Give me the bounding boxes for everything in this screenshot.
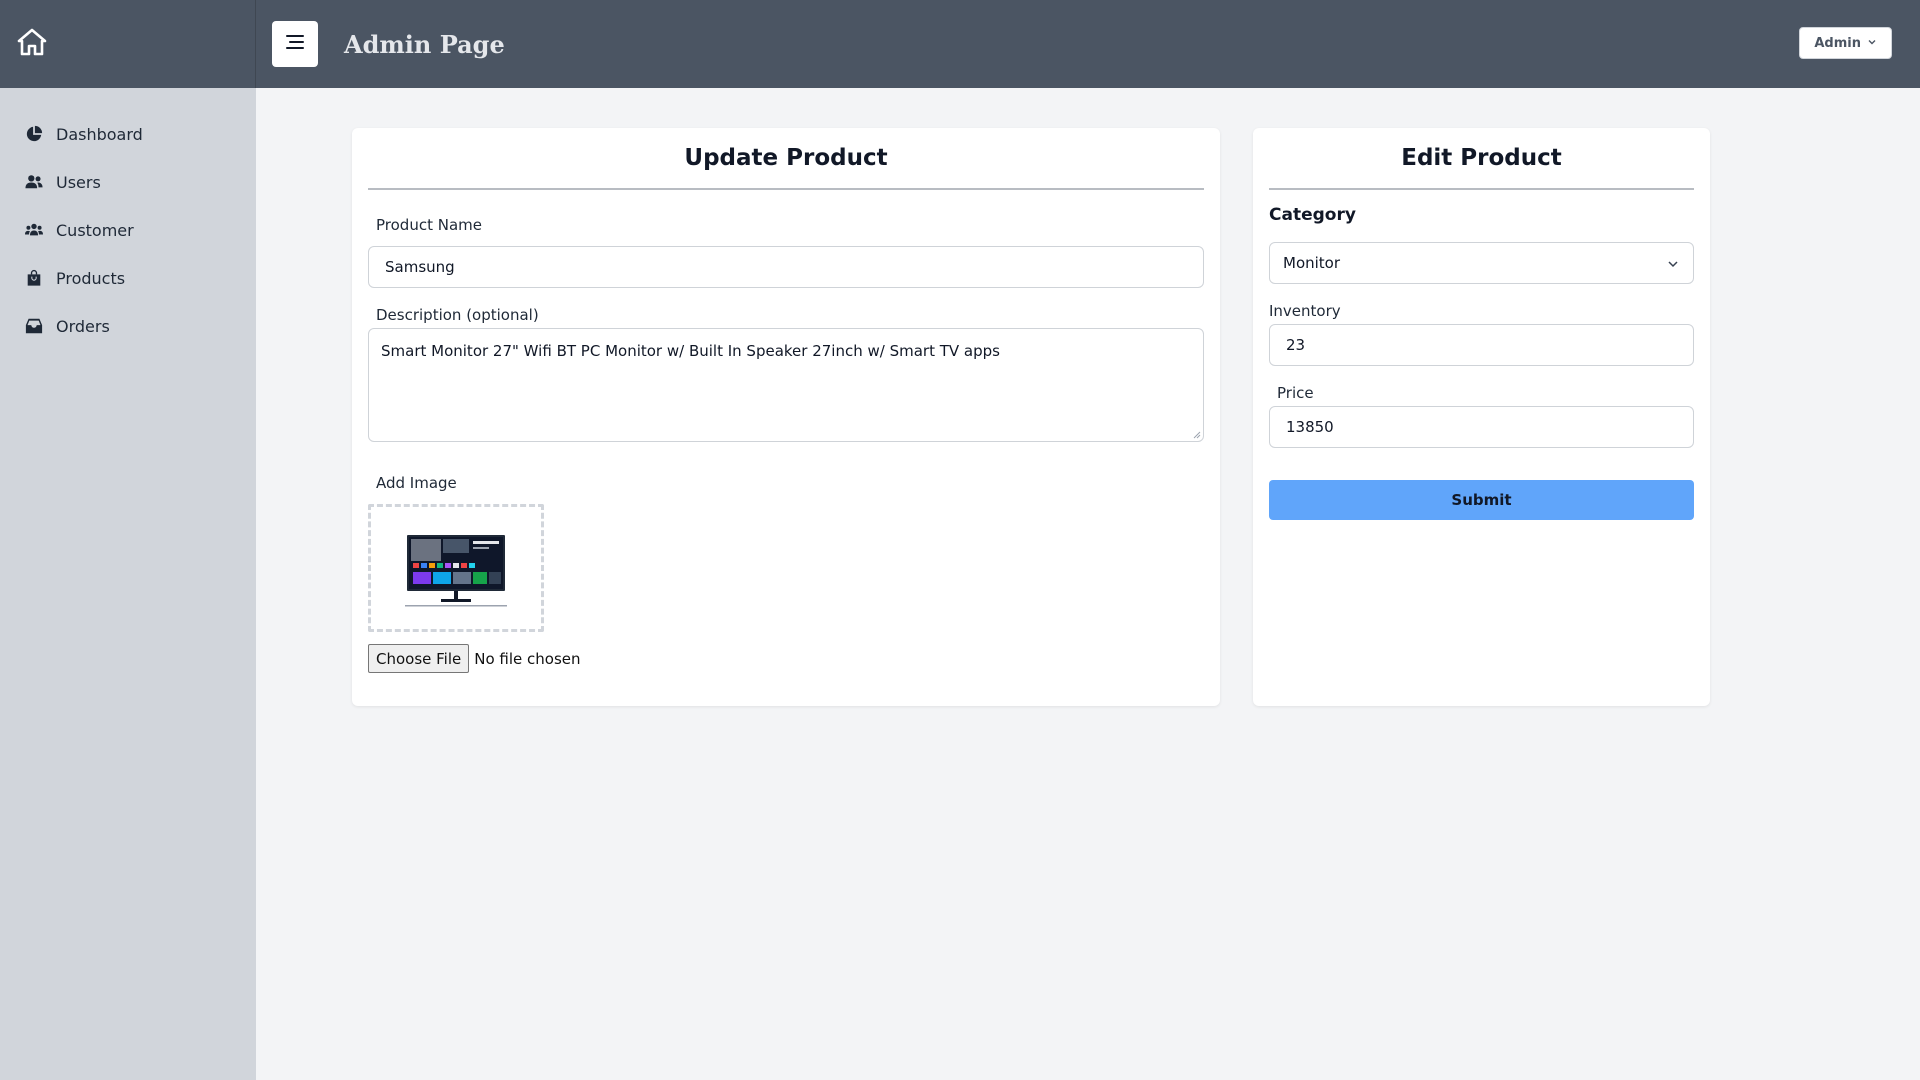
sidebar-item-users[interactable]: Users (0, 158, 256, 206)
admin-menu-label: Admin (1814, 35, 1861, 51)
sidebar-item-label: Orders (56, 316, 110, 336)
sidebar-header (0, 0, 256, 88)
sidebar-nav: Dashboard Users Customer Products Orders (0, 88, 256, 350)
sidebar-item-products[interactable]: Products (0, 254, 256, 302)
inventory-input[interactable]: 23 (1269, 324, 1694, 366)
file-status-text: No file chosen (474, 649, 581, 668)
home-icon[interactable] (16, 26, 48, 62)
edit-product-title: Edit Product (1269, 128, 1694, 190)
sidebar-item-customer[interactable]: Customer (0, 206, 256, 254)
price-input[interactable]: 13850 (1269, 406, 1694, 448)
sidebar-item-label: Dashboard (56, 124, 143, 144)
inbox-icon (24, 316, 44, 336)
category-select[interactable]: Monitor (1269, 242, 1694, 284)
inventory-label: Inventory (1269, 302, 1341, 320)
price-label: Price (1277, 384, 1314, 402)
submit-button[interactable]: Submit (1269, 480, 1694, 520)
page-title: Admin Page (344, 29, 505, 59)
hamburger-icon (283, 30, 307, 58)
sidebar-item-orders[interactable]: Orders (0, 302, 256, 350)
edit-product-card: Edit Product Category Monitor Inventory … (1253, 128, 1710, 706)
sidebar: Dashboard Users Customer Products Orders (0, 0, 256, 1080)
image-preview-box[interactable] (368, 504, 544, 632)
add-image-label: Add Image (376, 474, 457, 492)
description-text: Smart Monitor 27" Wifi BT PC Monitor w/ … (381, 342, 1000, 360)
users-icon (24, 172, 44, 192)
description-textarea[interactable]: Smart Monitor 27" Wifi BT PC Monitor w/ … (368, 328, 1204, 442)
update-product-card: Update Product Product Name Samsung Desc… (352, 128, 1220, 706)
chevron-down-icon (1668, 261, 1678, 268)
description-label: Description (optional) (376, 306, 539, 324)
file-input: Choose File No file chosen (368, 644, 581, 673)
sidebar-item-label: Customer (56, 220, 134, 240)
category-selected-value: Monitor (1283, 254, 1341, 272)
admin-menu-button[interactable]: Admin (1799, 27, 1892, 59)
sidebar-item-label: Products (56, 268, 126, 288)
shopping-bag-icon (24, 268, 44, 288)
customers-icon (24, 220, 44, 240)
resize-grip-icon[interactable] (1191, 429, 1201, 439)
sidebar-item-label: Users (56, 172, 101, 192)
sidebar-item-dashboard[interactable]: Dashboard (0, 110, 256, 158)
pie-chart-icon (24, 124, 44, 144)
top-header: Admin Page Admin (256, 0, 1920, 88)
monitor-product-image (405, 535, 507, 607)
category-label: Category (1269, 205, 1356, 225)
choose-file-button[interactable]: Choose File (368, 644, 470, 673)
product-name-label: Product Name (376, 216, 482, 234)
menu-toggle-button[interactable] (272, 21, 318, 67)
update-product-title: Update Product (368, 128, 1204, 190)
product-name-input[interactable]: Samsung (368, 246, 1204, 288)
chevron-down-icon (1861, 36, 1877, 51)
